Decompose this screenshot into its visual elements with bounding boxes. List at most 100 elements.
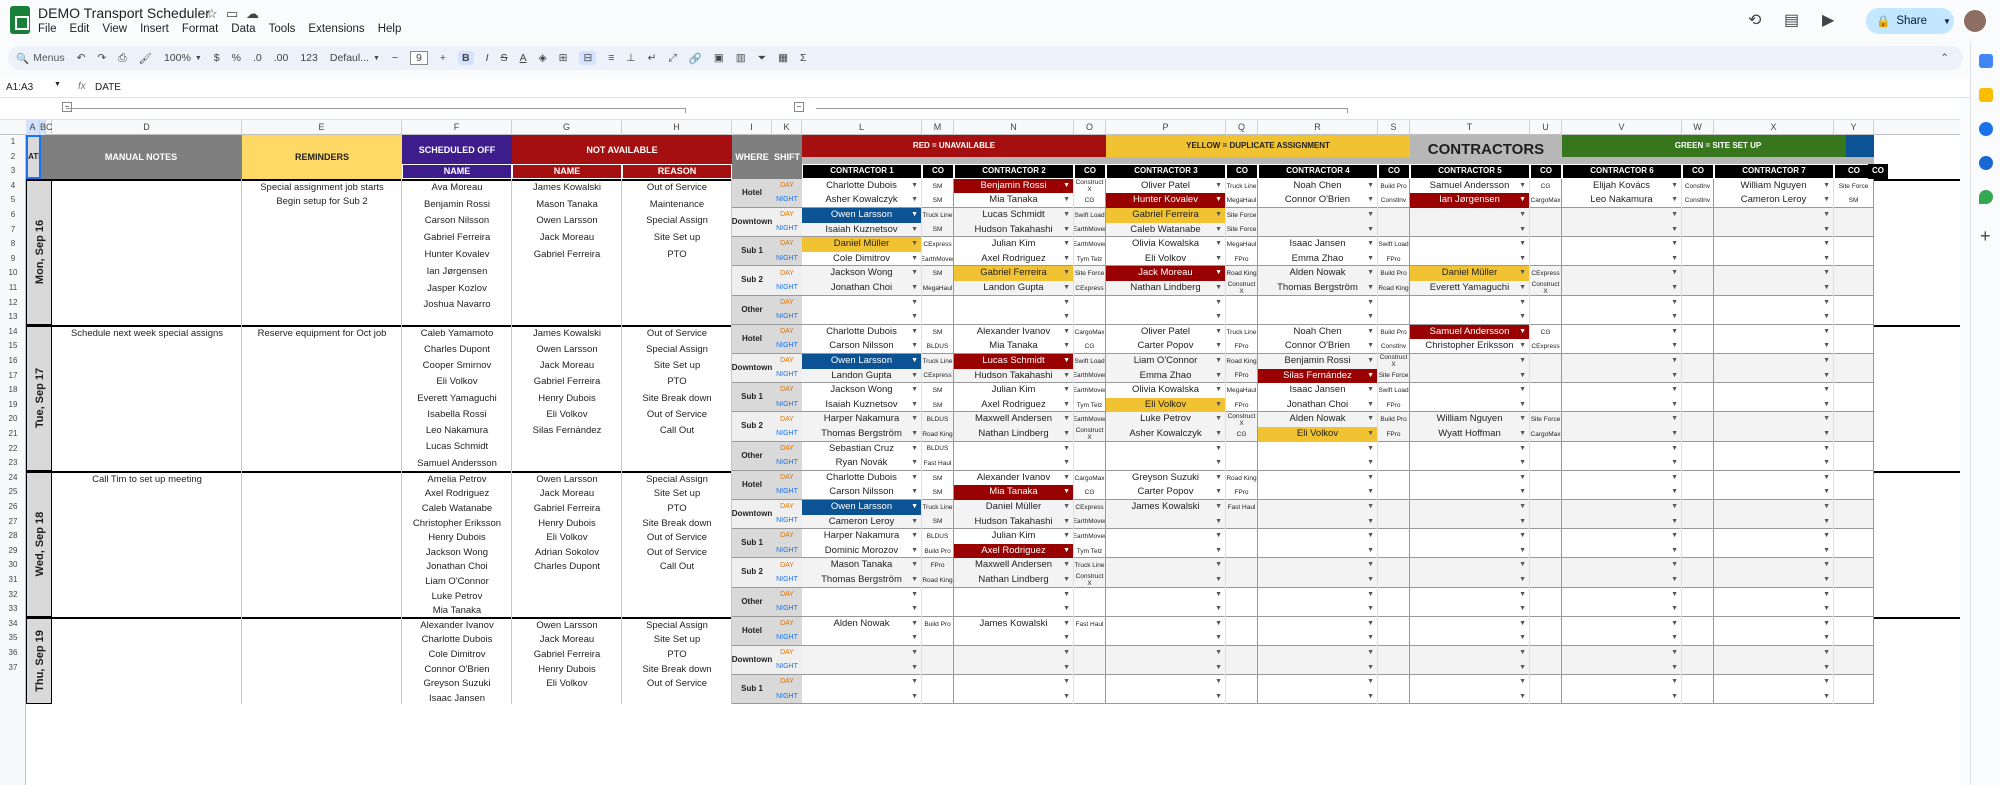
column-header-f[interactable]: F <box>402 120 512 135</box>
assignment-dropdown[interactable]: ▼ <box>1410 251 1530 267</box>
chevron-down-icon[interactable]: ▼ <box>1671 296 1678 310</box>
manual-note[interactable] <box>52 181 242 196</box>
chevron-down-icon[interactable]: ▼ <box>1519 485 1526 499</box>
chevron-down-icon[interactable]: ▼ <box>1063 252 1070 266</box>
row-header[interactable]: 24 <box>0 473 26 482</box>
assignment-dropdown[interactable]: ▼ <box>1714 558 1834 573</box>
assignment-dropdown[interactable]: Julian Kim ▼ <box>954 529 1074 544</box>
assignment-dropdown[interactable]: ▼ <box>1562 500 1682 515</box>
assignment-dropdown[interactable]: ▼ <box>1106 529 1226 544</box>
chevron-down-icon[interactable]: ▼ <box>1063 281 1070 295</box>
row-header[interactable]: 12 <box>0 298 26 307</box>
menu-tools[interactable]: Tools <box>269 23 296 35</box>
assignment-dropdown[interactable]: ▼ <box>1410 383 1530 398</box>
collapse-toolbar-icon[interactable]: ⌃ <box>1940 52 1949 64</box>
column-header-x[interactable]: X <box>1714 120 1834 135</box>
chevron-down-icon[interactable]: ▼ <box>1215 646 1222 660</box>
chevron-down-icon[interactable]: ▼ <box>1519 442 1526 456</box>
chevron-down-icon[interactable]: ▼ <box>1063 354 1070 368</box>
chevron-down-icon[interactable]: ▼ <box>1943 17 1951 26</box>
chevron-down-icon[interactable]: ▼ <box>911 237 918 251</box>
chevron-down-icon[interactable]: ▼ <box>911 661 918 675</box>
row-header[interactable]: 25 <box>0 487 26 496</box>
not-available-name[interactable]: Gabriel Ferreira <box>512 502 622 517</box>
paint-format-icon[interactable]: 🖌 <box>139 52 152 65</box>
chevron-down-icon[interactable]: ▼ <box>1063 223 1070 237</box>
assignment-dropdown[interactable]: Nathan Lindberg ▼ <box>954 573 1074 588</box>
assignment-dropdown[interactable]: ▼ <box>1714 281 1834 296</box>
row-header[interactable]: 30 <box>0 560 26 569</box>
assignment-dropdown[interactable]: ▼ <box>1258 631 1378 646</box>
text-wrap-icon[interactable]: ↵ <box>648 52 657 64</box>
assignment-dropdown[interactable]: ▼ <box>1562 368 1682 384</box>
chevron-down-icon[interactable]: ▼ <box>911 485 918 499</box>
assignment-dropdown[interactable]: Connor O'Brien ▼ <box>1258 339 1378 354</box>
sheets-logo-icon[interactable] <box>10 6 30 34</box>
assignment-dropdown[interactable]: William Nguyen ▼ <box>1714 178 1834 194</box>
assignment-dropdown[interactable]: ▼ <box>1714 427 1834 442</box>
chevron-down-icon[interactable]: ▼ <box>1063 398 1070 412</box>
assignment-dropdown[interactable]: ▼ <box>1562 631 1682 646</box>
chevron-down-icon[interactable]: ▼ <box>1823 369 1830 383</box>
merge-cells-icon[interactable]: ⊟ <box>579 51 597 65</box>
star-icon[interactable]: ☆ <box>206 6 218 22</box>
row-header[interactable]: 11 <box>0 283 26 292</box>
chevron-down-icon[interactable]: ▼ <box>911 296 918 310</box>
assignment-dropdown[interactable]: Emma Zhao ▼ <box>1258 251 1378 267</box>
chevron-down-icon[interactable]: ▼ <box>1519 529 1526 543</box>
chevron-down-icon[interactable]: ▼ <box>1519 179 1526 193</box>
assignment-dropdown[interactable]: ▼ <box>802 689 922 705</box>
chevron-down-icon[interactable]: ▼ <box>1367 646 1374 660</box>
chevron-down-icon[interactable]: ▼ <box>1671 631 1678 645</box>
assignment-dropdown[interactable]: ▼ <box>1562 354 1682 369</box>
chevron-down-icon[interactable]: ▼ <box>1063 602 1070 616</box>
chevron-down-icon[interactable]: ▼ <box>1671 442 1678 456</box>
chevron-down-icon[interactable]: ▼ <box>1671 369 1678 383</box>
chevron-down-icon[interactable]: ▼ <box>1519 398 1526 412</box>
assignment-dropdown[interactable]: ▼ <box>1410 616 1530 632</box>
add-addon-icon[interactable]: + <box>1980 226 1991 247</box>
assignment-dropdown[interactable]: ▼ <box>1410 689 1530 705</box>
scheduled-off-name[interactable]: Charlotte Dubois <box>402 633 512 648</box>
chevron-down-icon[interactable]: ▼ <box>1519 296 1526 310</box>
chevron-down-icon[interactable]: ▼ <box>1823 398 1830 412</box>
assignment-dropdown[interactable]: Charlotte Dubois ▼ <box>802 324 922 340</box>
not-available-name[interactable]: Eli Volkov <box>512 408 622 423</box>
chevron-down-icon[interactable]: ▼ <box>1823 266 1830 280</box>
assignment-dropdown[interactable]: ▼ <box>1410 485 1530 500</box>
assignment-dropdown[interactable]: ▼ <box>1258 675 1378 690</box>
assignment-dropdown[interactable]: ▼ <box>1714 354 1834 369</box>
not-available-name[interactable]: Jack Moreau <box>512 633 622 648</box>
chevron-down-icon[interactable]: ▼ <box>1519 310 1526 324</box>
assignment-dropdown[interactable]: ▼ <box>1562 514 1682 530</box>
assignment-dropdown[interactable]: ▼ <box>1714 251 1834 267</box>
assignment-dropdown[interactable]: ▼ <box>1410 675 1530 690</box>
row-header[interactable]: 21 <box>0 429 26 438</box>
assignment-dropdown[interactable]: Charlotte Dubois ▼ <box>802 470 922 486</box>
assignment-dropdown[interactable]: ▼ <box>1258 208 1378 223</box>
chevron-down-icon[interactable]: ▼ <box>1367 252 1374 266</box>
chevron-down-icon[interactable]: ▼ <box>1215 354 1222 368</box>
chevron-down-icon[interactable]: ▼ <box>1823 515 1830 529</box>
column-header-l[interactable]: L <box>802 120 922 135</box>
assignment-dropdown[interactable]: Olivia Kowalska ▼ <box>1106 383 1226 398</box>
not-available-reason[interactable]: Out of Service <box>622 531 732 546</box>
not-available-reason[interactable]: PTO <box>622 648 732 663</box>
assignment-dropdown[interactable]: ▼ <box>1714 646 1834 661</box>
chevron-down-icon[interactable]: ▼ <box>1215 266 1222 280</box>
not-available-name[interactable]: Jack Moreau <box>512 487 622 502</box>
chevron-down-icon[interactable]: ▼ <box>1519 325 1526 339</box>
assignment-dropdown[interactable]: ▼ <box>1714 397 1834 413</box>
chevron-down-icon[interactable]: ▼ <box>911 602 918 616</box>
assignment-dropdown[interactable]: Mia Tanaka ▼ <box>954 193 1074 208</box>
chevron-down-icon[interactable]: ▼ <box>1823 631 1830 645</box>
assignment-dropdown[interactable]: ▼ <box>1714 631 1834 646</box>
assignment-dropdown[interactable]: Leo Nakamura ▼ <box>1562 193 1682 208</box>
assignment-dropdown[interactable]: Owen Larsson ▼ <box>802 208 922 223</box>
chevron-down-icon[interactable]: ▼ <box>1215 442 1222 456</box>
avatar[interactable] <box>1962 8 1988 34</box>
assignment-dropdown[interactable]: ▼ <box>1562 573 1682 588</box>
row-header[interactable]: 2 <box>0 152 26 161</box>
chevron-down-icon[interactable]: ▼ <box>1519 646 1526 660</box>
chevron-down-icon[interactable]: ▼ <box>911 354 918 368</box>
